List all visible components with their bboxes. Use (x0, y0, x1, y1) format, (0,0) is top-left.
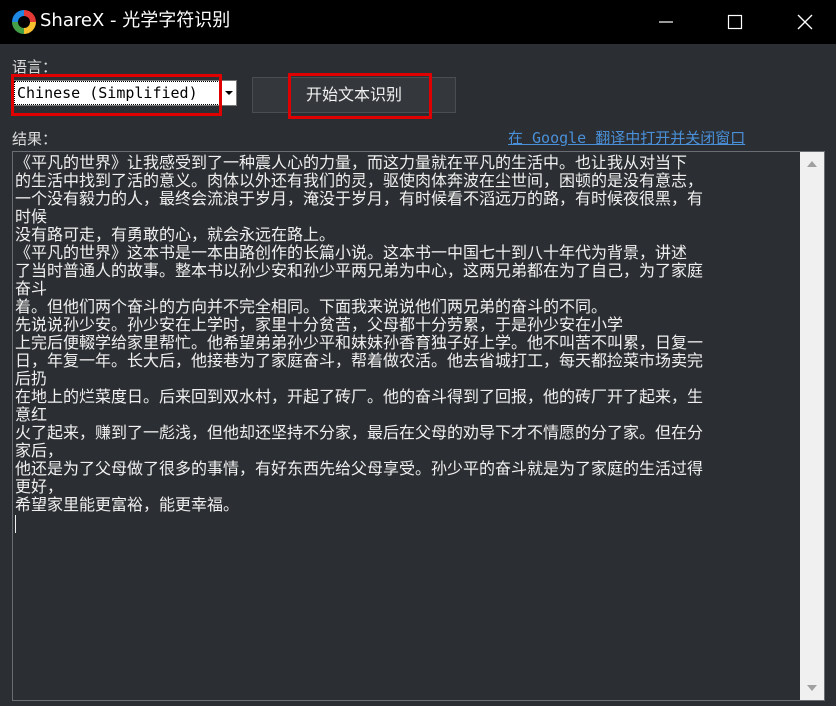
result-line: 他还是为了父母做了很多的事情，有好东西先给父母享受。孙少平的奋斗就是为了家庭的生… (15, 460, 704, 478)
result-line: 后扔 (15, 370, 48, 388)
text-caret (15, 515, 16, 533)
result-line: 上完后便輟学给家里帮忙。他希望弟弟孙少平和妹妹孙香育独子好上学。他不叫苦不叫累，… (15, 334, 704, 352)
result-line: 火了起来，赚到了一彪浅，但他却还坚持不分家，最后在父母的劝导下才不情愿的分了家。… (15, 424, 704, 442)
result-line: 希望家里能更富裕，能更幸福。 (15, 496, 240, 514)
result-line: 时候 (15, 208, 48, 226)
result-line: 了当时普通人的故事。整本书以孙少安和孙少平两兄弟为中心，这两兄弟都在为了自己，为… (15, 262, 704, 280)
result-line: 先说说孙少安。孙少安在上学时，家里十分贫苦，父母都十分劳累，于是孙少安在小学 (15, 316, 624, 334)
close-button[interactable] (782, 0, 828, 44)
vertical-scrollbar[interactable] (800, 152, 824, 700)
result-line: 更好， (15, 478, 64, 496)
title-bar[interactable]: ShareX - 光学字符识别 (0, 0, 836, 44)
result-line: 在地上的烂菜度日。后来回到双水村，开起了砖厂。他的奋斗得到了回报，他的砖厂开了起… (15, 388, 704, 406)
chevron-down-icon[interactable] (222, 81, 236, 105)
minimize-button[interactable] (643, 0, 689, 44)
result-line: 一个没有毅力的人，最终会流浪于岁月，淹没于岁月，有时候看不滔远万的路，有时候夜很… (15, 190, 704, 208)
result-line: 奋斗 (15, 280, 48, 298)
result-line: 《平凡的世界》让我感受到了一种震人心的力量，而这力量就在平凡的生活中。也让我从对… (15, 154, 688, 172)
highlight-box-language (11, 74, 222, 116)
result-line: 家后， (15, 442, 64, 460)
scroll-down-icon[interactable] (800, 676, 824, 700)
window-title: ShareX - 光学字符识别 (40, 10, 231, 31)
result-label: 结果： (12, 130, 58, 148)
sharex-logo-icon (12, 10, 36, 34)
result-text[interactable]: 《平凡的世界》让我感受到了一种震人心的力量，而这力量就在平凡的生活中。也让我从对… (15, 154, 800, 514)
result-line: 意红 (15, 406, 48, 424)
minimize-icon (659, 21, 673, 23)
ocr-window: ShareX - 光学字符识别 语言： Chinese (Simplified)… (0, 0, 836, 706)
result-line: 日，年复一年。长大后，他接巷为了家庭奋斗，帮着做农活。他去省城打工，每天都捡菜市… (15, 352, 704, 370)
scroll-up-icon[interactable] (800, 152, 824, 176)
google-translate-link[interactable]: 在 Google 翻译中打开并关闭窗口 (508, 127, 745, 148)
highlight-box-start-button (288, 73, 432, 119)
close-icon (797, 14, 813, 30)
result-line: 《平凡的世界》这本书是一本由路创作的长篇小说。这本书一中国七十到八十年代为背景，… (15, 244, 688, 262)
result-line: 没有路可走，有勇敢的心，就会永远在路上。 (15, 226, 336, 244)
result-textarea[interactable]: 《平凡的世界》让我感受到了一种震人心的力量，而这力量就在平凡的生活中。也让我从对… (12, 151, 825, 701)
maximize-icon (727, 14, 743, 30)
maximize-button[interactable] (712, 0, 758, 44)
result-line: 着。但他们两个奋斗的方向并不完全相同。下面我来说说他们两兄弟的奋斗的不同。 (15, 298, 608, 316)
result-line: 的生活中找到了活的意义。肉体以外还有我们的灵，驱使肉体奔波在尘世间，困顿的是没有… (15, 172, 704, 190)
